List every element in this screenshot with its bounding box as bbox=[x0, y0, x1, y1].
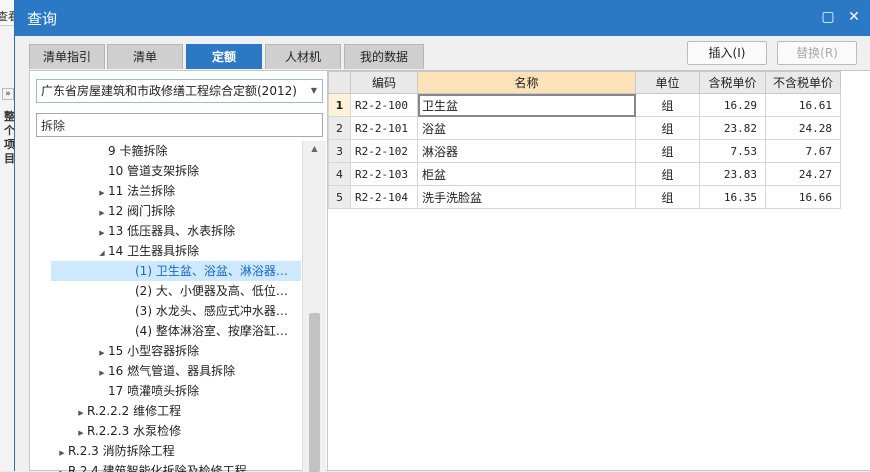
tree-toggle-icon[interactable]: ▶ bbox=[96, 223, 108, 241]
tree-node[interactable]: 10 管道支架拆除 bbox=[96, 161, 328, 181]
tree-node[interactable]: ▶ R.2.2.3 水泵检修 bbox=[75, 421, 328, 441]
table-row[interactable]: 3 R2-2-102 淋浴器 组 7.53 7.67 bbox=[328, 139, 841, 163]
tree-node[interactable]: ◢ 14 卫生器具拆除 bbox=[96, 241, 328, 261]
tree-scrollbar[interactable]: ▲ bbox=[302, 141, 326, 472]
row-number: 2 bbox=[328, 116, 351, 140]
tree-node[interactable]: ▶ R.2.3 消防拆除工程 bbox=[56, 441, 328, 461]
filter-input[interactable] bbox=[36, 113, 323, 137]
tab-bill[interactable]: 清单 bbox=[107, 44, 183, 69]
cell-name[interactable]: 柜盆 bbox=[417, 162, 636, 186]
tree-toggle-icon[interactable]: ▶ bbox=[75, 423, 87, 441]
cell-name[interactable]: 浴盆 bbox=[417, 116, 636, 140]
dropdown-arrow-icon[interactable]: ▼ bbox=[311, 80, 317, 102]
quota-table-panel: 编码 名称 单位 含税单价 不含税单价 1 R2-2-100 卫生盆 组 16.… bbox=[327, 70, 870, 471]
tab-labor-material-machine[interactable]: 人材机 bbox=[265, 44, 341, 69]
maximize-icon[interactable]: ▢ bbox=[819, 8, 837, 26]
column-header-unit[interactable]: 单位 bbox=[635, 71, 700, 94]
quota-library-select[interactable]: 广东省房屋建筑和市政修缮工程综合定额(2012) ▼ bbox=[36, 79, 323, 103]
quota-table: 编码 名称 单位 含税单价 不含税单价 1 R2-2-100 卫生盆 组 16.… bbox=[328, 71, 841, 209]
scroll-up-icon[interactable]: ▲ bbox=[303, 141, 326, 157]
tree-node-selected[interactable]: (1) 卫生盆、浴盆、淋浴器… bbox=[51, 261, 301, 281]
cell-code[interactable]: R2-2-100 bbox=[350, 93, 418, 117]
tree-node[interactable]: ▶ 15 小型容器拆除 bbox=[96, 341, 328, 361]
tree-toggle-icon[interactable]: ▶ bbox=[56, 443, 68, 461]
quota-tree-panel: 广东省房屋建筑和市政修缮工程综合定额(2012) ▼ 9 卡箍拆除 10 管道支… bbox=[29, 70, 329, 472]
scrollbar-thumb[interactable] bbox=[309, 313, 320, 472]
tree-toggle-icon[interactable]: ◢ bbox=[96, 243, 108, 261]
cell-unit[interactable]: 组 bbox=[635, 93, 700, 117]
tree-node[interactable]: (4) 整体淋浴室、按摩浴缸… bbox=[135, 321, 328, 341]
insert-button[interactable]: 插入(I) bbox=[687, 41, 767, 65]
tree-node[interactable]: ▶R.2.4 建筑智能化拆除及检修工程 bbox=[56, 461, 328, 472]
row-number: 3 bbox=[328, 139, 351, 163]
cell-notax-price[interactable]: 24.28 bbox=[765, 116, 841, 140]
tree-node[interactable]: (3) 水龙头、感应式冲水器… bbox=[135, 301, 328, 321]
close-icon[interactable]: ✕ bbox=[845, 8, 863, 26]
cell-unit[interactable]: 组 bbox=[635, 139, 700, 163]
cell-tax-price[interactable]: 23.83 bbox=[699, 162, 766, 186]
cell-name[interactable]: 卫生盆 bbox=[417, 93, 636, 117]
cell-name[interactable]: 淋浴器 bbox=[417, 139, 636, 163]
row-number: 5 bbox=[328, 185, 351, 209]
cell-code[interactable]: R2-2-104 bbox=[350, 185, 418, 209]
cell-code[interactable]: R2-2-101 bbox=[350, 116, 418, 140]
table-row[interactable]: 2 R2-2-101 浴盆 组 23.82 24.28 bbox=[328, 116, 841, 140]
tree-node[interactable]: (2) 大、小便器及高、低位… bbox=[135, 281, 328, 301]
cell-notax-price[interactable]: 16.61 bbox=[765, 93, 841, 117]
cell-unit[interactable]: 组 bbox=[635, 116, 700, 140]
cell-notax-price[interactable]: 16.66 bbox=[765, 185, 841, 209]
table-row[interactable]: 4 R2-2-103 柜盆 组 23.83 24.27 bbox=[328, 162, 841, 186]
cell-notax-price[interactable]: 24.27 bbox=[765, 162, 841, 186]
row-number: 4 bbox=[328, 162, 351, 186]
cell-code[interactable]: R2-2-103 bbox=[350, 162, 418, 186]
row-number-header bbox=[328, 71, 351, 94]
column-header-notax-price[interactable]: 不含税单价 bbox=[765, 71, 841, 94]
tree-node[interactable]: ▶ 13 低压器具、水表拆除 bbox=[96, 221, 328, 241]
tree-node[interactable]: 9 卡箍拆除 bbox=[96, 141, 328, 161]
tree-node[interactable]: ▶ R.2.2.2 维修工程 bbox=[75, 401, 328, 421]
dialog-titlebar[interactable]: 查询 ▢ ✕ bbox=[15, 0, 870, 36]
tab-my-data[interactable]: 我的数据 bbox=[344, 44, 424, 69]
column-header-name[interactable]: 名称 bbox=[417, 71, 636, 94]
dialog-title: 查询 bbox=[27, 10, 58, 28]
tree-node[interactable]: 17 喷灌喷头拆除 bbox=[96, 381, 328, 401]
tree-node[interactable]: ▶ 11 法兰拆除 bbox=[96, 181, 328, 201]
cell-unit[interactable]: 组 bbox=[635, 185, 700, 209]
quota-library-value: 广东省房屋建筑和市政修缮工程综合定额(2012) bbox=[41, 84, 297, 98]
column-header-code[interactable]: 编码 bbox=[350, 71, 418, 94]
tree-node[interactable]: ▶ 16 燃气管道、器具拆除 bbox=[96, 361, 328, 381]
table-row[interactable]: 1 R2-2-100 卫生盆 组 16.29 16.61 bbox=[328, 93, 841, 117]
table-header-row: 编码 名称 单位 含税单价 不含税单价 bbox=[328, 71, 841, 94]
tree-toggle-icon[interactable]: ▶ bbox=[96, 183, 108, 201]
tree-node[interactable]: ▶ 12 阀门拆除 bbox=[96, 201, 328, 221]
cell-notax-price[interactable]: 7.67 bbox=[765, 139, 841, 163]
cell-name[interactable]: 洗手洗脸盆 bbox=[417, 185, 636, 209]
tree-toggle-icon[interactable]: ▶ bbox=[96, 363, 108, 381]
background-expand-button[interactable]: » bbox=[2, 88, 14, 100]
quota-tree: 9 卡箍拆除 10 管道支架拆除 ▶ 11 法兰拆除 ▶ 12 阀门拆除 ▶ 13 低… bbox=[30, 141, 328, 472]
tree-toggle-icon[interactable]: ▶ bbox=[96, 343, 108, 361]
table-row[interactable]: 5 R2-2-104 洗手洗脸盆 组 16.35 16.66 bbox=[328, 185, 841, 209]
cell-unit[interactable]: 组 bbox=[635, 162, 700, 186]
cell-code[interactable]: R2-2-102 bbox=[350, 139, 418, 163]
tree-toggle-icon[interactable]: ▶ bbox=[96, 203, 108, 221]
tab-bill-guide[interactable]: 清单指引 bbox=[29, 44, 105, 69]
cell-tax-price[interactable]: 16.29 bbox=[699, 93, 766, 117]
cell-tax-price[interactable]: 23.82 bbox=[699, 116, 766, 140]
row-number: 1 bbox=[328, 93, 351, 117]
tab-quota[interactable]: 定额 bbox=[186, 44, 262, 69]
query-dialog: 查询 ▢ ✕ 清单指引 清单 定额 人材机 我的数据 插入(I) 替换(R) 广… bbox=[14, 0, 870, 472]
replace-button[interactable]: 替换(R) bbox=[777, 41, 857, 65]
tree-toggle-icon[interactable]: ▶ bbox=[75, 403, 87, 421]
cell-tax-price[interactable]: 16.35 bbox=[699, 185, 766, 209]
column-header-tax-price[interactable]: 含税单价 bbox=[699, 71, 766, 94]
cell-tax-price[interactable]: 7.53 bbox=[699, 139, 766, 163]
